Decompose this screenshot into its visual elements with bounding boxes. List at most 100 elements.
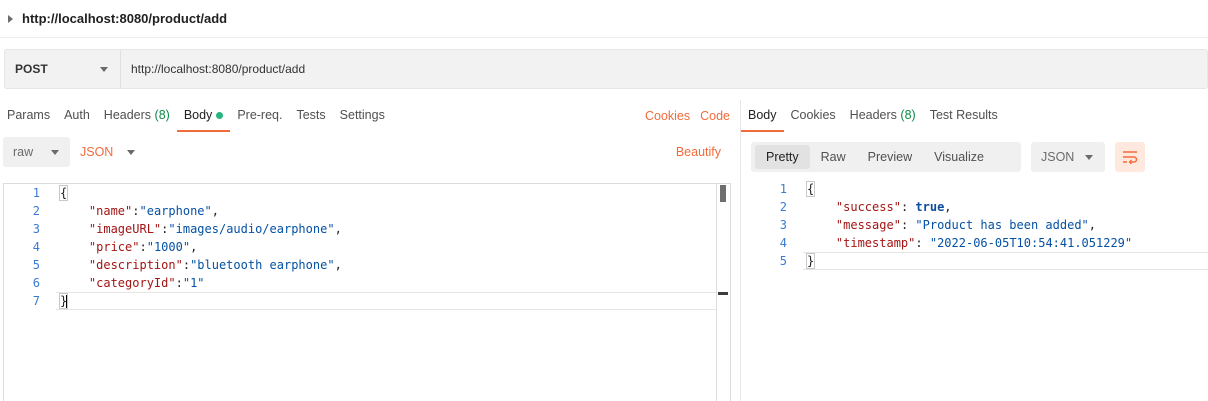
tab-settings[interactable]: Settings [333, 100, 392, 132]
line-number: 1 [779, 182, 787, 196]
code-line: } [58, 292, 69, 310]
code-line: "success": true, [835, 200, 952, 214]
close-brace: } [805, 253, 816, 269]
response-body-viewer[interactable]: 1 2 3 4 5 { "success": true, "message": … [741, 180, 1208, 280]
view-mode-switch: Pretty Raw Preview Visualize [751, 142, 1021, 172]
json-value: "1000" [146, 240, 191, 254]
view-visualize-button[interactable]: Visualize [923, 145, 995, 169]
tab-params[interactable]: Params [0, 100, 57, 132]
body-language-select[interactable]: JSON [80, 145, 136, 159]
line-number: 3 [32, 222, 40, 236]
scrollbar-thumb[interactable] [720, 185, 726, 202]
response-toolbar: Pretty Raw Preview Visualize JSON [751, 142, 1145, 172]
dot-icon [216, 112, 224, 120]
json-value: true [915, 200, 945, 214]
response-tabs: Body Cookies Headers (8) Test Results [741, 100, 1005, 132]
wrap-lines-button[interactable] [1115, 142, 1145, 172]
editor-scrollbar[interactable] [716, 184, 730, 401]
code-line: "name":"earphone", [88, 204, 219, 218]
tab-label: Auth [64, 108, 90, 122]
json-key: "categoryId" [88, 276, 176, 290]
code-line: "timestamp": "2022-06-05T10:54:41.051229… [835, 236, 1133, 250]
code-line: "imageURL":"images/audio/earphone", [88, 222, 342, 236]
tab-label: Pre-req. [237, 108, 283, 122]
line-number: 6 [32, 276, 40, 290]
request-title: http://localhost:8080/product/add [22, 11, 228, 26]
tab-label: Headers [849, 108, 897, 122]
code-line: "description":"bluetooth earphone", [88, 258, 342, 272]
response-format-label: JSON [1041, 150, 1075, 164]
method-label: POST [15, 62, 48, 76]
beautify-link[interactable]: Beautify [676, 137, 721, 167]
chevron-down-icon [127, 149, 136, 155]
json-value: "1" [182, 276, 205, 290]
json-key: "imageURL" [88, 222, 162, 236]
tab-headers[interactable]: Headers (8) [97, 100, 177, 132]
chevron-down-icon [1085, 154, 1093, 160]
code-line: "message": "Product has been added", [835, 218, 1097, 232]
body-mode-label: raw [13, 145, 34, 159]
headers-count: (8) [154, 108, 170, 122]
tab-response-headers[interactable]: Headers (8) [843, 100, 923, 132]
tab-label: Params [7, 108, 51, 122]
tab-label: Cookies [790, 108, 836, 122]
tab-label: Test Results [929, 108, 998, 122]
json-value: "Product has been added" [915, 218, 1089, 232]
line-number: 4 [779, 236, 787, 250]
method-select[interactable]: POST [5, 50, 121, 88]
response-format-select[interactable]: JSON [1031, 142, 1105, 172]
tab-label: Headers [103, 108, 152, 122]
tab-body[interactable]: Body [176, 100, 231, 132]
line-number: 4 [32, 240, 40, 254]
tab-test-results[interactable]: Test Results [923, 100, 1005, 132]
tab-label: Body [183, 108, 213, 122]
body-language-label: JSON [80, 145, 114, 159]
code-line: } [805, 252, 816, 270]
open-brace: { [58, 185, 69, 201]
cursor-ruler-mark [718, 292, 728, 295]
headers-count: (8) [900, 108, 916, 122]
line-number: 5 [779, 254, 787, 268]
tab-label: Body [748, 108, 777, 122]
json-key: "message" [835, 218, 901, 232]
body-mode-select[interactable]: raw [3, 137, 70, 167]
tab-pre-request[interactable]: Pre-req. [230, 100, 289, 132]
code-link[interactable]: Code [700, 109, 730, 123]
json-comma: , [334, 222, 342, 236]
request-body-editor[interactable]: 1 2 3 4 5 6 7 { "name":"earphone", "imag… [3, 183, 731, 401]
code-line: { [58, 184, 69, 202]
line-number: 3 [779, 218, 787, 232]
line-number: 2 [32, 204, 40, 218]
json-value: "2022-06-05T10:54:41.051229" [929, 236, 1133, 250]
tab-tests[interactable]: Tests [289, 100, 332, 132]
view-raw-button[interactable]: Raw [810, 145, 857, 169]
text-cursor [66, 294, 69, 309]
json-key: "name" [88, 204, 133, 218]
tab-label: Settings [339, 108, 385, 122]
line-numbers: 1 2 3 4 5 6 7 [4, 184, 54, 401]
json-comma: , [190, 240, 198, 254]
json-value: "images/audio/earphone" [168, 222, 335, 236]
current-line-highlight [56, 292, 716, 310]
view-preview-button[interactable]: Preview [857, 145, 923, 169]
request-pane: Params Auth Headers (8) Body Pre-req. Te… [0, 100, 740, 401]
body-options: raw JSON [3, 137, 136, 167]
json-comma: , [1088, 218, 1097, 232]
tab-label: Tests [296, 108, 326, 122]
request-tabs: Params Auth Headers (8) Body Pre-req. Te… [0, 100, 392, 132]
cookies-link[interactable]: Cookies [645, 109, 690, 123]
json-value: "bluetooth earphone" [190, 258, 335, 272]
json-key: "success" [835, 200, 901, 214]
caret-right-icon[interactable] [8, 14, 13, 23]
chevron-down-icon [100, 66, 108, 72]
url-input[interactable]: http://localhost:8080/product/add [121, 62, 305, 76]
url-bar: POST http://localhost:8080/product/add [4, 49, 1208, 89]
tab-response-body[interactable]: Body [741, 100, 784, 132]
tab-response-cookies[interactable]: Cookies [784, 100, 843, 132]
chevron-down-icon [51, 149, 59, 155]
wrap-lines-icon [1123, 151, 1138, 164]
line-number: 7 [32, 294, 40, 308]
tab-auth[interactable]: Auth [57, 100, 97, 132]
view-pretty-button[interactable]: Pretty [755, 145, 810, 169]
request-title-bar[interactable]: http://localhost:8080/product/add [0, 0, 1208, 38]
